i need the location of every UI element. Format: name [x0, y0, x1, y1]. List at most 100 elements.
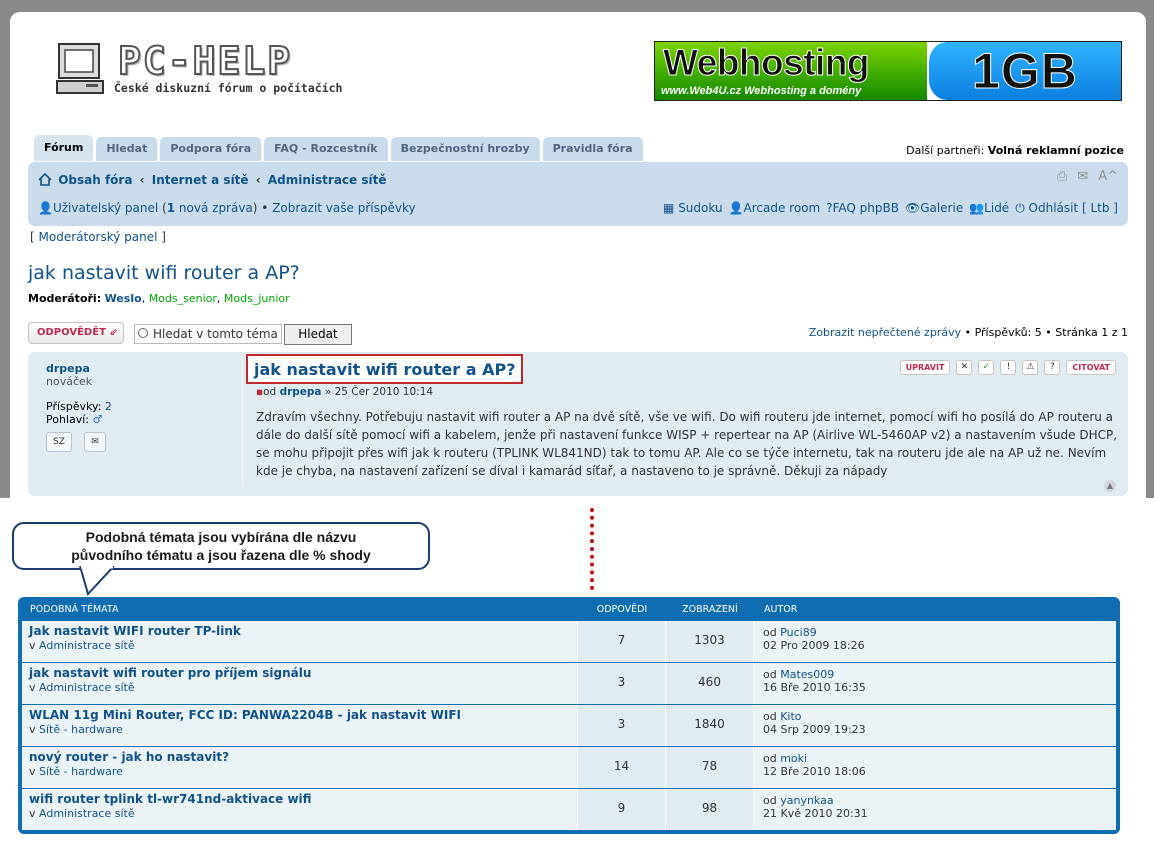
print-icon[interactable]: ⎙ [1057, 169, 1067, 184]
replies-cell: 3 [578, 705, 666, 746]
breadcrumb-index[interactable]: Obsah fóra [58, 173, 132, 187]
tab-security[interactable]: Bezpečnostní hrozby [390, 137, 540, 161]
nav-tools: ⎙ ✉ A^ [1057, 169, 1118, 184]
check-icon[interactable]: ✓ [978, 360, 995, 375]
user-nav: 👤Uživatelský panel (1 nová zpráva) • Zob… [38, 201, 416, 215]
forum-link[interactable]: Administrace sítě [39, 681, 135, 694]
tab-rules[interactable]: Pravidla fóra [542, 137, 643, 161]
topic-cell: Jak nastavit WIFI router TP-link v Admin… [22, 621, 578, 662]
in-label: v [29, 681, 36, 694]
topic-link[interactable]: Jak nastavit WIFI router TP-link [29, 624, 577, 638]
link-members[interactable]: 👥Lidé [969, 201, 1009, 216]
grid-icon: ▦ [663, 201, 675, 215]
info-icon[interactable]: ? [1044, 360, 1061, 375]
main-tabs: Fórum Hledat Podpora fóra FAQ - Rozcestn… [34, 135, 643, 161]
author-name[interactable]: drpepa [46, 362, 90, 375]
topic-link[interactable]: wifi router tplink tl-wr741nd-aktivace w… [29, 792, 577, 806]
topic-search-input[interactable]: Hledat v tomto téma [134, 324, 282, 344]
topic-cell: wifi router tplink tl-wr741nd-aktivace w… [22, 789, 578, 830]
author-posts-count[interactable]: 2 [105, 400, 112, 413]
moderator-junior[interactable]: Mods_junior [224, 292, 290, 305]
search-icon [138, 328, 148, 338]
tab-support[interactable]: Podpora fóra [160, 137, 262, 161]
views-cell: 78 [666, 747, 754, 788]
author-cell: od Kito 04 Srp 2009 19:23 [754, 705, 866, 746]
font-size-control[interactable]: A^ [1098, 169, 1118, 184]
breadcrumb-admin[interactable]: Administrace sítě [268, 173, 387, 187]
delete-icon[interactable]: ✕ [956, 360, 973, 375]
topic-link[interactable]: nový router - jak ho nastavit? [29, 750, 577, 764]
annotation-dotted-line [590, 508, 594, 590]
breadcrumb-separator: ‹ [139, 173, 145, 187]
topic-link[interactable]: jak nastavit wifi router pro příjem sign… [29, 666, 577, 680]
edit-button[interactable]: UPRAVIT [899, 360, 951, 375]
link-logout[interactable]: ⏻ Odhlásit [ Ltb ] [1015, 201, 1118, 216]
power-icon: ⏻ [1015, 201, 1025, 215]
posts-count: Příspěvků: 5 [974, 326, 1042, 339]
in-label: v [29, 807, 36, 820]
tab-forum[interactable]: Fórum [34, 135, 94, 161]
author-stats: Příspěvky: 2 Pohlaví: ♂ [46, 400, 112, 426]
reply-button-label: ODPOVĚDĚT [37, 327, 106, 338]
author-rank: nováček [46, 375, 93, 388]
unread-link[interactable]: Zobrazit nepřečtené zprávy [809, 326, 961, 339]
show-posts-link[interactable]: Zobrazit vaše příspěvky [272, 201, 415, 215]
search-button[interactable]: Hledat [284, 324, 352, 345]
email-icon[interactable]: ✉ [84, 432, 106, 452]
moderator-weslo[interactable]: Weslo [105, 292, 142, 305]
callout-line-1: Podobná témata jsou vybírána dle názvu [85, 529, 357, 545]
author-link[interactable]: moki [780, 752, 807, 765]
eye-icon: 👁 [904, 201, 921, 215]
forum-link[interactable]: Administrace sítě [39, 807, 135, 820]
views-cell: 98 [666, 789, 754, 830]
author-link[interactable]: yanynkaa [780, 794, 833, 807]
author-cell: od moki 12 Bře 2010 18:06 [754, 747, 866, 788]
banner-subtitle: www.Web4U.cz Webhosting a domény [661, 85, 862, 97]
topic-link[interactable]: WLAN 11g Mini Router, FCC ID: PANWA2204B… [29, 708, 577, 722]
moderator-panel-link[interactable]: Moderátorský panel [39, 230, 158, 244]
partners-link[interactable]: Volná reklamní pozice [988, 144, 1124, 157]
tab-search[interactable]: Hledat [96, 137, 158, 161]
link-arcade-label: Arcade room [743, 201, 821, 215]
in-label: v [29, 639, 36, 652]
user-panel-link[interactable]: Uživatelský panel [53, 201, 158, 215]
webhosting-banner[interactable]: Webhosting www.Web4U.cz Webhosting a dom… [654, 41, 1122, 101]
annotation-callout: Podobná témata jsou vybírána dle názvu p… [12, 522, 430, 570]
tab-faq[interactable]: FAQ - Rozcestník [264, 137, 388, 161]
author-cell: od Puci89 02 Pro 2009 18:26 [754, 621, 865, 662]
reply-button[interactable]: ODPOVĚDĚT ⇙ [28, 322, 124, 344]
author-link[interactable]: Mates009 [780, 668, 834, 681]
header-replies: ODPOVĚDI [596, 604, 648, 615]
replies-cell: 9 [578, 789, 666, 830]
page-title[interactable]: jak nastavit wifi router a AP? [28, 262, 300, 284]
new-messages-link[interactable]: 1 nová zpráva [167, 201, 253, 215]
warn-icon[interactable]: ! [1000, 360, 1017, 375]
forum-link[interactable]: Administrace sítě [39, 639, 135, 652]
post-title[interactable]: jak nastavit wifi router a AP? [246, 354, 524, 384]
table-row: nový router - jak ho nastavit? v Sítě - … [22, 747, 1116, 788]
table-row: WLAN 11g Mini Router, FCC ID: PANWA2204B… [22, 705, 1116, 746]
by-label: od [763, 668, 777, 681]
topic-cell: nový router - jak ho nastavit? v Sítě - … [22, 747, 578, 788]
meta-date: » 25 Čer 2010 10:14 [324, 386, 434, 398]
back-to-top-icon[interactable]: ▲ [1104, 480, 1116, 492]
replies-cell: 3 [578, 663, 666, 704]
link-arcade[interactable]: 👤Arcade room [729, 201, 821, 216]
link-faq[interactable]: ?FAQ phpBB [826, 201, 899, 216]
forum-link[interactable]: Sítě - hardware [39, 765, 123, 778]
link-gallery[interactable]: 👁Galerie [905, 201, 963, 216]
meta-author[interactable]: drpepa [280, 386, 322, 398]
moderator-senior[interactable]: Mods_senior [149, 292, 217, 305]
breadcrumb-internet[interactable]: Internet a sítě [152, 173, 249, 187]
link-sudoku[interactable]: ▦ Sudoku [663, 201, 723, 216]
report-icon[interactable]: ⚠ [1022, 360, 1039, 375]
forum-link[interactable]: Sítě - hardware [39, 723, 123, 736]
email-icon[interactable]: ✉ [1077, 169, 1088, 184]
pm-button[interactable]: SZ [46, 432, 72, 452]
author-link[interactable]: Puci89 [780, 626, 817, 639]
meta-prefix: od [263, 386, 277, 398]
breadcrumb: Obsah fóra ‹ Internet a sítě ‹ Administr… [38, 173, 387, 187]
author-link[interactable]: Kito [780, 710, 801, 723]
site-logo[interactable]: PC-HELP České diskuzní fórum o počítačíc… [56, 38, 376, 99]
quote-button[interactable]: CITOVAT [1066, 360, 1116, 375]
